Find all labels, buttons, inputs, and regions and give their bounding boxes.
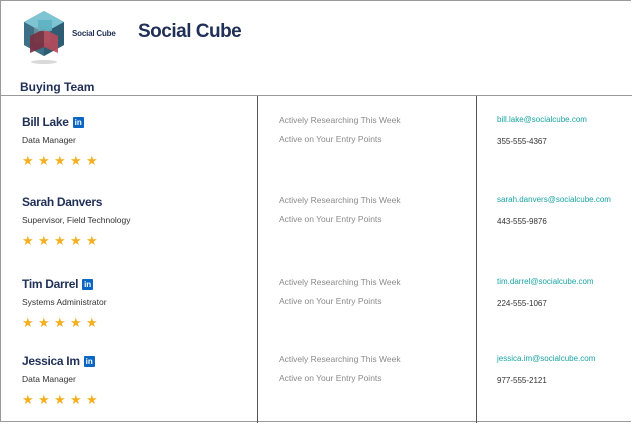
star-icon: ★ <box>54 315 66 330</box>
star-icon: ★ <box>38 392 50 407</box>
star-icon: ★ <box>22 392 34 407</box>
contact-phone: 355-555-4367 <box>497 137 547 146</box>
linkedin-icon[interactable]: in <box>82 279 94 290</box>
activity-status: Actively Researching This Week <box>279 195 401 205</box>
contact-row: Jessica Im in Data Manager ★ ★ ★ ★ ★ Actively Re… <box>0 354 632 434</box>
contact-phone: 443-555-9876 <box>497 217 547 226</box>
contact-row: Tim Darrel in Systems Administrator ★ ★ ★ ★ ★ Ac… <box>0 277 632 357</box>
company-name: Social Cube <box>138 21 242 42</box>
linkedin-icon[interactable]: in <box>72 117 84 128</box>
star-icon: ★ <box>70 233 82 248</box>
star-rating: ★ ★ ★ ★ ★ <box>22 391 102 409</box>
contact-row: Bill Lake in Data Manager ★ ★ ★ ★ ★ Actively Res… <box>0 115 632 195</box>
activity-status: Active on Your Entry Points <box>279 134 382 144</box>
contact-name[interactable]: Tim Darrel in <box>22 277 94 291</box>
star-icon: ★ <box>38 315 50 330</box>
activity-status: Actively Researching This Week <box>279 277 401 287</box>
contact-title: Systems Administrator <box>22 297 107 307</box>
section-divider <box>0 95 632 96</box>
social-cube-logo-icon <box>24 11 64 64</box>
contact-email-link[interactable]: jessica.im@socialcube.com <box>497 354 595 363</box>
star-icon: ★ <box>22 315 34 330</box>
star-icon: ★ <box>70 315 82 330</box>
star-rating: ★ ★ ★ ★ ★ <box>22 152 102 170</box>
star-rating: ★ ★ ★ ★ ★ <box>22 232 102 250</box>
star-icon: ★ <box>86 233 98 248</box>
contact-phone: 977-555-2121 <box>497 376 547 385</box>
header: Social Cube Social Cube <box>0 0 632 78</box>
star-icon: ★ <box>38 233 50 248</box>
activity-status: Actively Researching This Week <box>279 354 401 364</box>
star-icon: ★ <box>54 153 66 168</box>
activity-status: Actively Researching This Week <box>279 115 401 125</box>
contact-row: Sarah Danvers Supervisor, Field Technolog… <box>0 195 632 275</box>
contact-email-link[interactable]: bill.lake@socialcube.com <box>497 115 587 124</box>
contact-name[interactable]: Bill Lake in <box>22 115 84 129</box>
star-icon: ★ <box>38 153 50 168</box>
star-icon: ★ <box>70 153 82 168</box>
star-icon: ★ <box>86 315 98 330</box>
star-icon: ★ <box>70 392 82 407</box>
contact-title: Supervisor, Field Technology <box>22 215 131 225</box>
activity-status: Active on Your Entry Points <box>279 373 382 383</box>
contact-email-link[interactable]: tim.darrel@socialcube.com <box>497 277 594 286</box>
star-icon: ★ <box>22 233 34 248</box>
activity-status: Active on Your Entry Points <box>279 296 382 306</box>
star-icon: ★ <box>54 392 66 407</box>
contact-name[interactable]: Jessica Im in <box>22 354 95 368</box>
star-icon: ★ <box>54 233 66 248</box>
logo-caption: Social Cube <box>72 29 116 38</box>
contact-name-text: Jessica Im <box>22 354 80 368</box>
contact-name-text: Tim Darrel <box>22 277 79 291</box>
star-icon: ★ <box>22 153 34 168</box>
contact-name-text: Bill Lake <box>22 115 69 129</box>
contact-title: Data Manager <box>22 374 76 384</box>
contact-phone: 224-555-1067 <box>497 299 547 308</box>
activity-status: Active on Your Entry Points <box>279 214 382 224</box>
linkedin-icon[interactable]: in <box>83 356 95 367</box>
contact-name[interactable]: Sarah Danvers <box>22 195 102 209</box>
star-icon: ★ <box>86 392 98 407</box>
section-title: Buying Team <box>20 80 95 94</box>
contact-email-link[interactable]: sarah.danvers@socialcube.com <box>497 195 611 204</box>
contact-name-text: Sarah Danvers <box>22 195 103 209</box>
star-icon: ★ <box>86 153 98 168</box>
contact-title: Data Manager <box>22 135 76 145</box>
star-rating: ★ ★ ★ ★ ★ <box>22 314 102 332</box>
